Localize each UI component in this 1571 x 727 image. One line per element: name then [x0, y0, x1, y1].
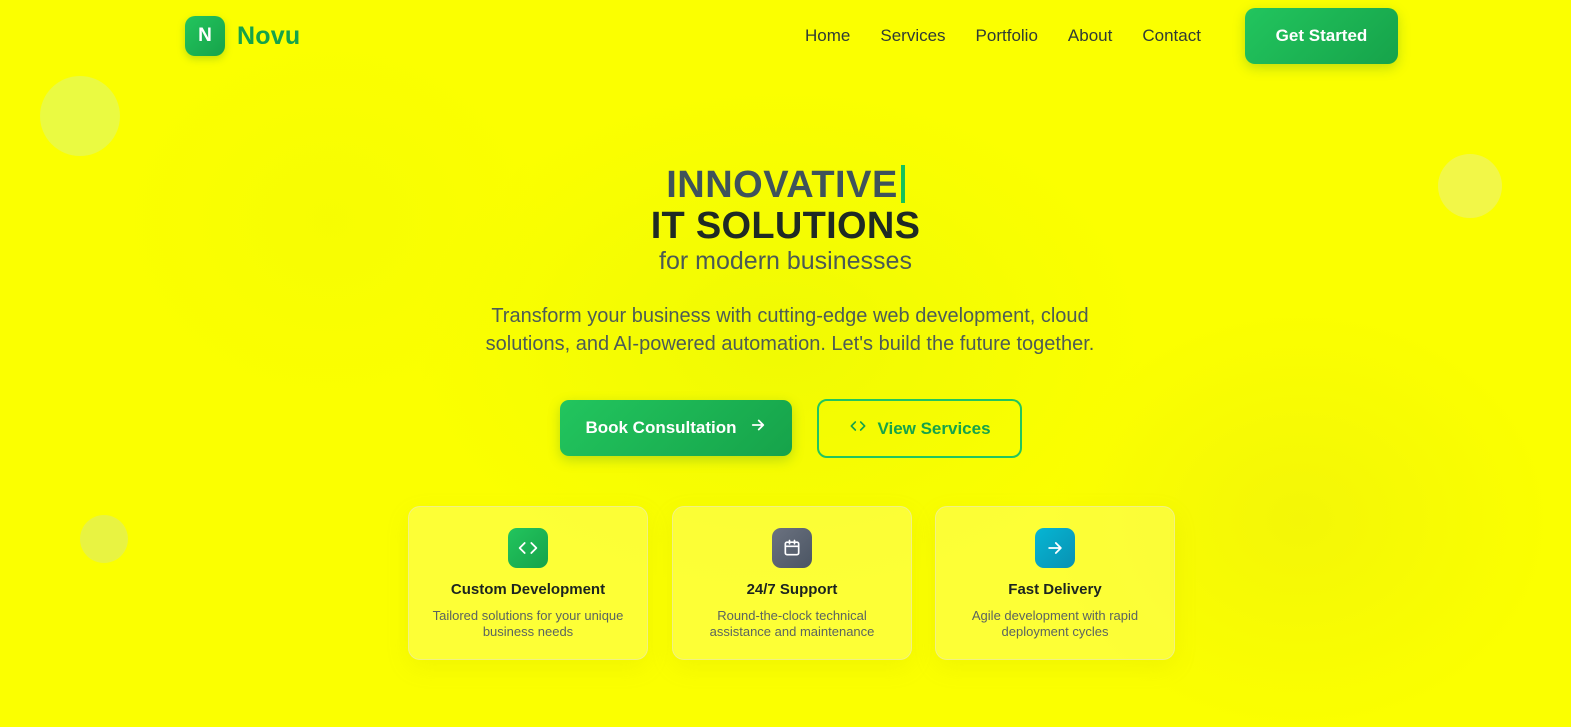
- main-nav: Home Services Portfolio About Contact: [790, 26, 1216, 46]
- arrow-right-icon: [749, 416, 767, 440]
- hero-description: Transform your business with cutting-edg…: [485, 305, 1095, 355]
- decorative-bubble: [80, 515, 128, 563]
- hero-subtitle: for modern businesses: [659, 247, 912, 275]
- logo-mark-icon: N: [185, 16, 225, 56]
- nav-contact[interactable]: Contact: [1142, 26, 1201, 46]
- logo[interactable]: N Novu: [185, 16, 300, 56]
- view-services-label: View Services: [877, 418, 991, 438]
- get-started-button[interactable]: Get Started: [1245, 8, 1398, 64]
- brand-name: Novu: [237, 21, 301, 50]
- nav-home[interactable]: Home: [805, 26, 850, 46]
- feature-card-support: 24/7 Support Round-the-clock technical a…: [672, 506, 912, 660]
- hero-title-line1: INNOVATIVE: [0, 164, 1571, 207]
- typing-caret: [900, 165, 905, 203]
- arrow-right-icon: [1035, 528, 1075, 568]
- feature-description: Tailored solutions for your unique busin…: [432, 608, 624, 639]
- feature-description: Round-the-clock technical assistance and…: [709, 608, 875, 639]
- feature-description: Agile development with rapid deployment …: [971, 608, 1139, 639]
- decorative-bubble: [40, 76, 120, 156]
- feature-card-custom-development: Custom Development Tailored solutions fo…: [408, 506, 648, 660]
- feature-title: 24/7 Support: [746, 581, 838, 598]
- view-services-button[interactable]: View Services: [817, 399, 1022, 458]
- feature-title: Fast Delivery: [1008, 581, 1102, 598]
- nav-about[interactable]: About: [1068, 26, 1112, 46]
- hero-title-word: INNOVATIVE: [666, 164, 898, 206]
- feature-card-fast-delivery: Fast Delivery Agile development with rap…: [935, 506, 1175, 660]
- code-icon: [848, 418, 868, 439]
- book-consultation-button[interactable]: Book Consultation: [560, 400, 792, 456]
- calendar-icon: [772, 528, 812, 568]
- hero-title-line2: IT SOLUTIONS: [650, 205, 921, 247]
- nav-services[interactable]: Services: [880, 26, 945, 46]
- book-consultation-label: Book Consultation: [585, 418, 737, 437]
- site-header: N Novu Home Services Portfolio About Con…: [0, 0, 1571, 72]
- feature-title: Custom Development: [450, 581, 606, 598]
- nav-portfolio[interactable]: Portfolio: [976, 26, 1038, 46]
- code-icon: [508, 528, 548, 568]
